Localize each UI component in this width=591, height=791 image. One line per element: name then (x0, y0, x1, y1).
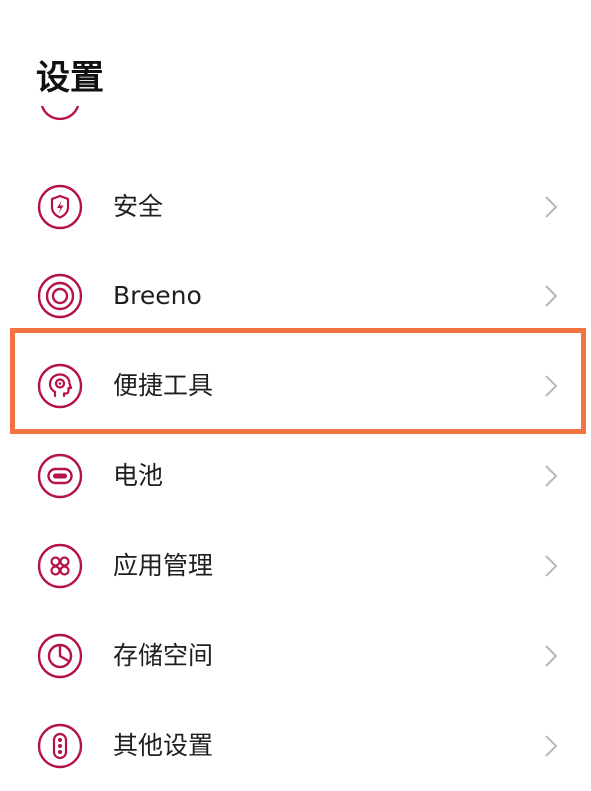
settings-item-label: 应用管理 (113, 551, 214, 580)
battery-icon (37, 453, 83, 499)
chevron-right-icon (540, 464, 562, 488)
settings-item-other-settings[interactable]: 其他设置 (0, 701, 591, 791)
settings-item-breeno[interactable]: Breeno (0, 251, 591, 341)
settings-item-label: 安全 (113, 192, 164, 221)
more-dots-icon (37, 723, 83, 769)
chevron-right-icon (540, 734, 562, 758)
settings-item-label: 便捷工具 (113, 371, 214, 400)
settings-item-battery[interactable]: 电池 (0, 431, 591, 521)
storage-pie-icon (37, 633, 83, 679)
chevron-right-icon (540, 195, 562, 219)
shield-bolt-icon (37, 184, 83, 230)
settings-item-storage[interactable]: 存储空间 (0, 611, 591, 701)
settings-item-label: 存储空间 (113, 641, 214, 670)
head-gear-icon (37, 363, 83, 409)
settings-item-convenience-tools[interactable]: 便捷工具 (0, 341, 591, 431)
settings-item-security[interactable]: 安全 (0, 162, 591, 252)
page-title: 设置 (36, 58, 104, 98)
chevron-right-icon (540, 644, 562, 668)
chevron-right-icon (540, 554, 562, 578)
settings-item-label: 电池 (113, 461, 164, 490)
chevron-right-icon (540, 374, 562, 398)
breeno-icon (37, 273, 83, 319)
settings-item-app-management[interactable]: 应用管理 (0, 521, 591, 611)
settings-item-label: 其他设置 (113, 731, 214, 760)
settings-item-label: Breeno (113, 281, 202, 310)
partial-item-icon (39, 106, 81, 134)
chevron-right-icon (540, 284, 562, 308)
app-grid-icon (37, 543, 83, 589)
